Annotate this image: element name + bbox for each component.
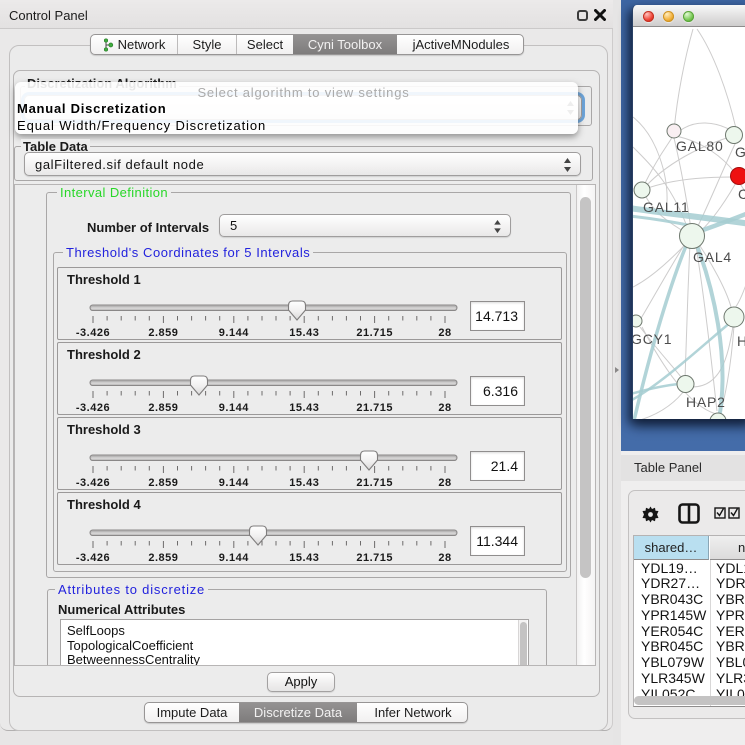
svg-text:2.859: 2.859 [148,477,178,489]
svg-text:-3.426: -3.426 [76,552,110,564]
svg-text:HAP2: HAP2 [686,394,726,410]
svg-text:28: 28 [438,552,451,564]
svg-text:28: 28 [438,327,451,339]
svg-text:GAL80: GAL80 [676,138,724,154]
svg-text:2.859: 2.859 [148,402,178,414]
svg-text:15.43: 15.43 [289,477,319,489]
svg-text:-3.426: -3.426 [76,402,110,414]
svg-text:H: H [737,333,745,349]
svg-text:2.859: 2.859 [148,552,178,564]
svg-text:-3.426: -3.426 [76,327,110,339]
svg-text:GAL4: GAL4 [693,249,732,265]
svg-text:9.144: 9.144 [219,402,249,414]
svg-text:21.715: 21.715 [356,327,393,339]
svg-text:GA: GA [735,144,745,160]
svg-text:GCY1: GCY1 [633,331,672,347]
svg-text:9.144: 9.144 [219,552,249,564]
svg-text:21.715: 21.715 [356,552,393,564]
svg-text:28: 28 [438,402,451,414]
svg-text:15.43: 15.43 [289,552,319,564]
svg-text:15.43: 15.43 [289,327,319,339]
svg-text:21.715: 21.715 [356,402,393,414]
svg-text:2.859: 2.859 [148,327,178,339]
svg-text:-3.426: -3.426 [76,477,110,489]
svg-text:GAL11: GAL11 [643,199,690,215]
svg-text:15.43: 15.43 [289,402,319,414]
svg-text:9.144: 9.144 [219,327,249,339]
svg-text:28: 28 [438,477,451,489]
svg-text:21.715: 21.715 [356,477,393,489]
svg-text:C: C [738,186,745,202]
svg-text:9.144: 9.144 [219,477,249,489]
